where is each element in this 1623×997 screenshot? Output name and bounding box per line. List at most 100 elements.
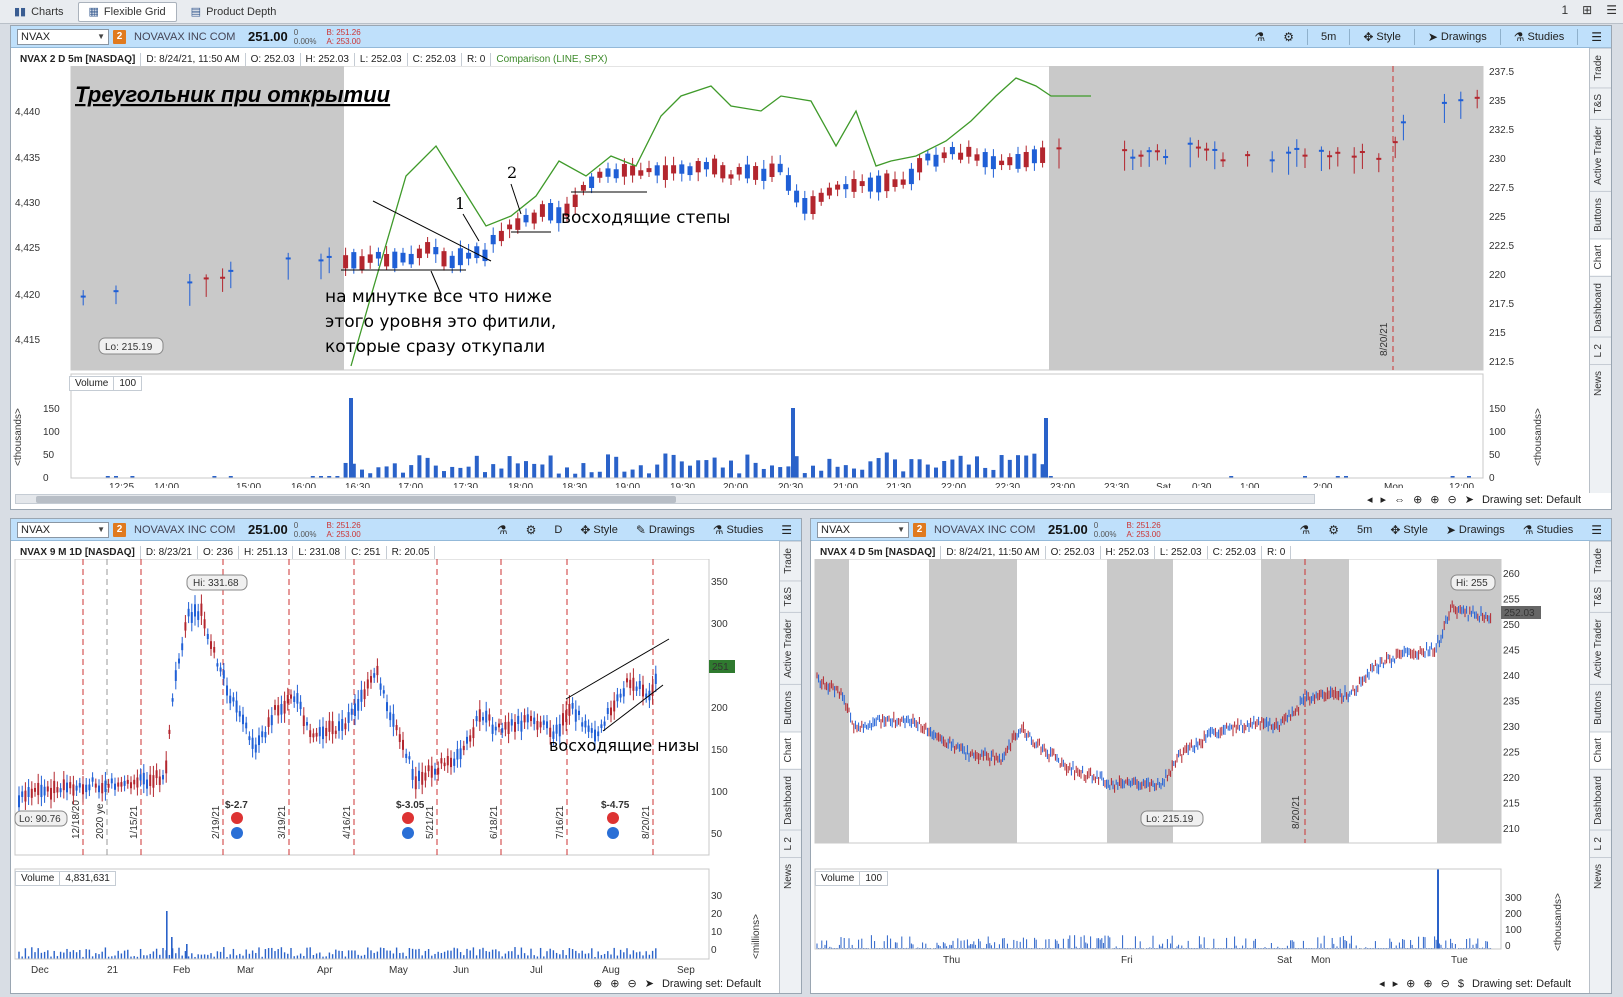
studies-button[interactable]: ⚗ Studies <box>1509 28 1569 46</box>
volume-bar <box>1083 935 1085 949</box>
style-button[interactable]: ✥ Style <box>1385 521 1433 539</box>
zoom-in-icon[interactable]: ⊕ <box>610 977 619 990</box>
crosshair-icon[interactable]: ⊕ <box>593 977 602 990</box>
zoom-in-icon[interactable]: ⊕ <box>1423 977 1432 990</box>
side-tab-t-s[interactable]: T&S <box>780 579 801 613</box>
side-tab-l-2[interactable]: L 2 <box>1590 337 1611 364</box>
side-tab-active-trader[interactable]: Active Trader <box>1590 612 1611 685</box>
link-badge[interactable]: 2 <box>913 522 926 537</box>
side-tab-buttons[interactable]: Buttons <box>1590 191 1611 239</box>
side-tab-active-trader[interactable]: Active Trader <box>1590 119 1611 192</box>
symbol-selector[interactable]: NVAX ▼ <box>817 521 909 538</box>
side-tab-t-s[interactable]: T&S <box>1590 579 1611 613</box>
tab-flexible-grid[interactable]: ▦ Flexible Grid <box>77 1 177 22</box>
side-tab-active-trader[interactable]: Active Trader <box>780 612 801 685</box>
scroll-right-icon[interactable]: ▸ <box>1381 493 1387 506</box>
volume-plot-area[interactable] <box>814 868 1502 950</box>
side-tab-dashboard[interactable]: Dashboard <box>780 768 801 831</box>
scroll-right-icon[interactable]: ▸ <box>1393 977 1399 990</box>
scroll-left-icon[interactable]: ◂ <box>1379 977 1385 990</box>
volume-plot-area[interactable] <box>70 373 1484 479</box>
drawings-button[interactable]: ✎ Drawings <box>631 521 700 539</box>
candle <box>546 721 548 729</box>
earnings-icon[interactable] <box>231 812 243 824</box>
layout-grid-icon[interactable]: ⊞ <box>1582 3 1592 17</box>
flask-button[interactable]: ⚗ <box>1295 521 1316 539</box>
dollar-icon[interactable]: $ <box>1458 978 1464 990</box>
settings-button[interactable]: ⚙ <box>521 521 542 539</box>
fit-icon[interactable]: ⇔ <box>1394 494 1405 506</box>
menu-button[interactable]: ☰ <box>1586 28 1607 46</box>
style-button[interactable]: ✥ Style <box>1358 28 1406 46</box>
side-tab-buttons[interactable]: Buttons <box>780 684 801 732</box>
volume-bar <box>986 943 988 949</box>
side-tab-chart[interactable]: Chart <box>1590 238 1611 276</box>
main-scroll-thumb[interactable] <box>36 496 676 503</box>
studies-button[interactable]: ⚗ Studies <box>708 521 768 539</box>
crosshair-icon[interactable]: ⊕ <box>1406 977 1415 990</box>
side-tab-chart[interactable]: Chart <box>780 731 801 769</box>
side-tab-news[interactable]: News <box>1590 363 1611 402</box>
zoom-in-icon[interactable]: ⊕ <box>1430 493 1439 506</box>
crosshair-icon[interactable]: ⊕ <box>1413 493 1422 506</box>
main-scrollbar[interactable] <box>15 494 1315 504</box>
side-tab-dashboard[interactable]: Dashboard <box>1590 768 1611 831</box>
side-tab-news[interactable]: News <box>780 856 801 895</box>
flask-button[interactable]: ⚗ <box>1250 28 1271 46</box>
side-tab-l-2[interactable]: L 2 <box>780 830 801 857</box>
style-button[interactable]: ✥ Style <box>575 521 623 539</box>
volume-bar <box>1024 455 1029 478</box>
zoom-out-icon[interactable]: ⊖ <box>628 977 637 990</box>
page-number[interactable]: 1 <box>1561 3 1568 17</box>
side-tab-dashboard[interactable]: Dashboard <box>1590 275 1611 338</box>
volume-plot-area[interactable] <box>14 868 710 960</box>
side-tab-t-s[interactable]: T&S <box>1590 86 1611 120</box>
drawing-set[interactable]: Drawing set: Default <box>1482 494 1581 506</box>
dividend-icon[interactable] <box>607 827 619 839</box>
flask-button[interactable]: ⚗ <box>492 521 513 539</box>
aggregation-button[interactable]: D <box>549 521 567 539</box>
tab-charts[interactable]: ▮▮ Charts <box>4 2 74 22</box>
earnings-icon[interactable] <box>402 812 414 824</box>
settings-button[interactable]: ⚙ <box>1278 28 1299 46</box>
symbol-selector[interactable]: NVAX ▼ <box>17 521 109 538</box>
side-tab-l-2[interactable]: L 2 <box>1590 830 1611 857</box>
link-badge[interactable]: 2 <box>113 29 126 44</box>
menu-icon[interactable]: ☰ <box>1606 3 1617 17</box>
pointer-icon[interactable]: ➤ <box>1465 493 1474 506</box>
aggregation-button[interactable]: 5m <box>1352 521 1377 539</box>
main-chart-canvas[interactable]: 8/20/21 4,440 4,435 4,430 4,425 4,420 4,415 237… <box>11 66 1591 488</box>
drawings-button[interactable]: ➤ Drawings <box>1423 28 1492 46</box>
studies-button[interactable]: ⚗ Studies <box>1518 521 1578 539</box>
link-badge[interactable]: 2 <box>113 522 126 537</box>
menu-button[interactable]: ☰ <box>776 521 797 539</box>
zoom-out-icon[interactable]: ⊖ <box>1441 977 1450 990</box>
tab-product-depth[interactable]: ▤ Product Depth <box>181 2 287 22</box>
drawing-set[interactable]: Drawing set: Default <box>1472 978 1571 990</box>
time-axis-tick: Apr <box>317 965 333 976</box>
side-tab-buttons[interactable]: Buttons <box>1590 684 1611 732</box>
zoom-out-icon[interactable]: ⊖ <box>1448 493 1457 506</box>
aggregation-button[interactable]: 5m <box>1316 28 1341 46</box>
side-tab-chart[interactable]: Chart <box>1590 731 1611 769</box>
side-tab-trade[interactable]: Trade <box>780 541 801 580</box>
scroll-left-icon[interactable]: ◂ <box>1367 493 1373 506</box>
volume-bar <box>229 954 231 959</box>
dividend-icon[interactable] <box>402 827 414 839</box>
volume-bar <box>1006 943 1008 949</box>
side-tab-trade[interactable]: Trade <box>1590 541 1611 580</box>
daily-chart-canvas[interactable]: 12/18/20 1/15/21 2/19/21 3/19/21 4/16/21 5/21… <box>11 559 781 977</box>
menu-button[interactable]: ☰ <box>1586 521 1607 539</box>
settings-button[interactable]: ⚙ <box>1323 521 1344 539</box>
comparison-label[interactable]: Comparison (LINE, SPX) <box>491 53 612 66</box>
intraday-chart-canvas[interactable]: 8/20/21 260 255 250 245 240 235 230 225 220 215 210… <box>811 559 1591 977</box>
earnings-icon[interactable] <box>607 812 619 824</box>
side-tab-trade[interactable]: Trade <box>1590 48 1611 87</box>
dividend-icon[interactable] <box>231 827 243 839</box>
drawings-button[interactable]: ➤ Drawings <box>1441 521 1510 539</box>
pointer-icon[interactable]: ➤ <box>645 977 654 990</box>
side-tab-news[interactable]: News <box>1590 856 1611 895</box>
symbol-selector[interactable]: NVAX ▼ <box>17 28 109 45</box>
candle <box>1294 147 1300 150</box>
drawing-set[interactable]: Drawing set: Default <box>662 978 761 990</box>
